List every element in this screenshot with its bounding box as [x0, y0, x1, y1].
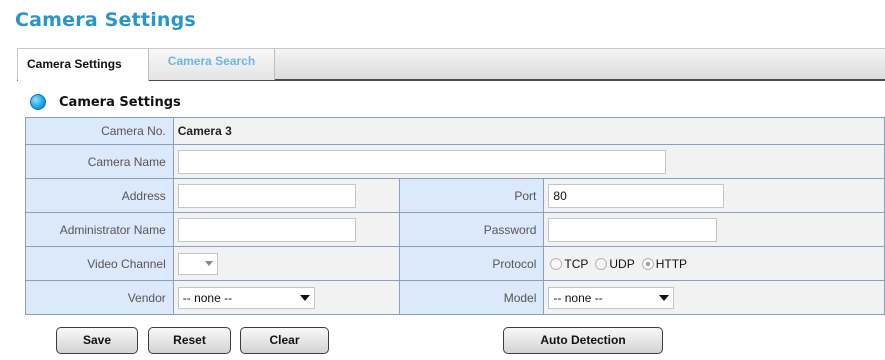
protocol-radio-tcp[interactable] [550, 257, 563, 270]
row-address-port: Address Port [25, 178, 885, 213]
row-channel-protocol: Video Channel Protocol TCP UDP HTTP [25, 246, 885, 281]
video-channel-label: Video Channel [25, 246, 174, 281]
camera-no-value: Camera 3 [172, 117, 885, 145]
blue-bullet-icon [30, 94, 46, 110]
reset-button[interactable]: Reset [148, 327, 231, 354]
protocol-radio-udp[interactable] [595, 257, 608, 270]
save-button[interactable]: Save [56, 327, 138, 354]
row-camera-no: Camera No. Camera 3 [25, 117, 885, 145]
clear-button[interactable]: Clear [240, 327, 329, 354]
chevron-down-icon [204, 261, 213, 266]
protocol-label: Protocol [398, 246, 545, 281]
chevron-down-icon [659, 294, 670, 301]
admin-name-input[interactable] [177, 217, 356, 242]
address-label: Address [25, 178, 174, 213]
page-title: Camera Settings [15, 9, 196, 31]
vendor-value: -- none -- [182, 290, 233, 305]
camera-settings-form: Camera No. Camera 3 Camera Name Address … [25, 117, 885, 315]
password-label: Password [398, 212, 545, 247]
protocol-udp-label: UDP [609, 256, 635, 271]
protocol-tcp-label: TCP [564, 256, 589, 271]
camera-no-label: Camera No. [25, 117, 174, 145]
protocol-radio-http[interactable] [641, 257, 654, 270]
tab-camera-settings[interactable]: Camera Settings [18, 49, 149, 81]
model-select[interactable]: -- none -- [548, 286, 675, 309]
section-title: Camera Settings [59, 94, 181, 110]
model-value: -- none -- [553, 290, 603, 305]
vendor-select[interactable]: -- none -- [177, 286, 315, 309]
row-camera-name: Camera Name [25, 144, 885, 179]
protocol-http-label: HTTP [655, 256, 688, 271]
port-input[interactable] [548, 183, 725, 208]
protocol-radio-group: TCP UDP HTTP [548, 257, 884, 271]
password-input[interactable] [548, 217, 718, 242]
chevron-down-icon [299, 294, 310, 301]
vendor-label: Vendor [25, 280, 174, 315]
tab-bar: Camera Settings Camera Search [17, 48, 885, 81]
admin-name-label: Administrator Name [25, 212, 174, 247]
auto-detection-button[interactable]: Auto Detection [503, 327, 663, 354]
address-input[interactable] [177, 183, 356, 208]
camera-name-input[interactable] [177, 149, 666, 174]
section-header: Camera Settings [30, 93, 181, 111]
row-admin-password: Administrator Name Password [25, 212, 885, 247]
camera-name-label: Camera Name [25, 144, 174, 179]
video-channel-select[interactable] [177, 252, 218, 275]
model-label: Model [398, 280, 545, 315]
row-vendor-model: Vendor -- none -- Model -- none -- [25, 280, 885, 315]
port-label: Port [398, 178, 545, 213]
tab-camera-search[interactable]: Camera Search [149, 49, 275, 80]
